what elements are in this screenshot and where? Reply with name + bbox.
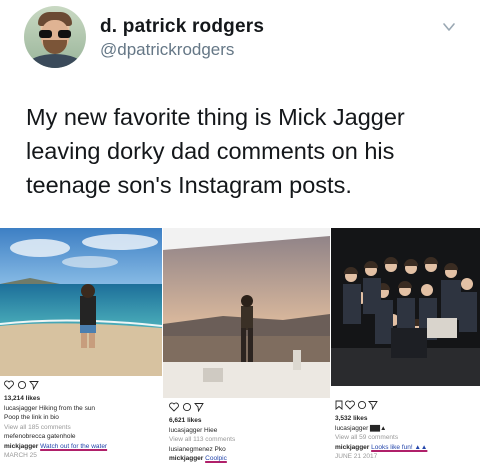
chevron-down-icon[interactable] — [442, 20, 456, 34]
author-name[interactable]: d. patrick rodgers — [100, 16, 264, 38]
caption-line: lucasjagger ▇▇▲ — [335, 424, 387, 432]
tweet-text: My new favorite thing is Mick Jagger lea… — [26, 104, 405, 198]
tweet-media[interactable]: 13,214 likes lucasjagger Hiking from the… — [0, 222, 480, 474]
comment-icon — [357, 400, 367, 410]
comment-text: Watch out for the water — [40, 442, 108, 450]
beach-photo — [0, 228, 162, 376]
caption-line: lucasjagger Hiking from the sun — [4, 404, 96, 412]
post-actions — [169, 402, 204, 412]
post-time: MARCH 25 — [4, 452, 37, 459]
highlighted-comment: mickjagger Watch out for the water — [4, 442, 160, 452]
post-caption: 3,532 likes lucasjagger ▇▇▲ View all 59 … — [335, 414, 478, 462]
author-handle[interactable]: @dpatrickrodgers — [100, 40, 234, 60]
comment-user[interactable]: mickjagger — [335, 444, 369, 451]
comment-user[interactable]: mickjagger — [169, 455, 203, 462]
comment-text: Looks like fun! ▲▲ — [371, 443, 428, 451]
overlook-photo — [163, 228, 330, 398]
instagram-post[interactable]: 3,532 likes lucasjagger ▇▇▲ View all 59 … — [331, 222, 480, 474]
instagram-post[interactable]: 13,214 likes lucasjagger Hiking from the… — [0, 222, 162, 474]
comment-icon — [17, 380, 27, 390]
post-caption: 6,621 likes lucasjagger Hiee View all 11… — [169, 416, 328, 464]
view-comments-link[interactable]: View all 113 comments — [169, 435, 328, 445]
bookmark-icon — [335, 400, 343, 410]
comment: lusianegmenez Pko — [169, 445, 226, 453]
heart-icon — [4, 380, 14, 390]
post-caption: 13,214 likes lucasjagger Hiking from the… — [4, 394, 160, 461]
post-time: JUNE 21 2017 — [335, 453, 378, 460]
highlighted-comment: mickjagger Looks like fun! ▲▲ — [335, 443, 478, 453]
comment-text: Coolpic — [205, 455, 227, 462]
share-icon — [194, 403, 204, 412]
like-count[interactable]: 3,532 likes — [335, 414, 478, 424]
share-icon — [29, 381, 39, 390]
highlighted-comment: mickjagger Coolpic — [169, 454, 328, 464]
avatar[interactable] — [24, 6, 86, 68]
heart-icon — [345, 400, 355, 410]
caption-line: lucasjagger Hiee — [169, 426, 218, 434]
caption-line: Poop the link in bio — [4, 414, 59, 421]
view-comments-link[interactable]: View all 185 comments — [4, 423, 160, 433]
comment: mefenobrecca gatenhole — [4, 433, 76, 440]
like-count[interactable]: 6,621 likes — [169, 416, 328, 426]
instagram-post[interactable]: 6,621 likes lucasjagger Hiee View all 11… — [163, 222, 330, 474]
group-photo — [331, 228, 480, 386]
post-actions — [335, 400, 378, 410]
comment-icon — [182, 402, 192, 412]
heart-icon — [169, 402, 179, 412]
comment-user[interactable]: mickjagger — [4, 443, 38, 450]
post-actions — [4, 380, 39, 390]
share-icon — [368, 401, 378, 410]
like-count[interactable]: 13,214 likes — [4, 394, 160, 404]
tweet-header: d. patrick rodgers @dpatrickrodgers — [24, 4, 464, 76]
view-comments-link[interactable]: View all 59 comments — [335, 433, 478, 443]
